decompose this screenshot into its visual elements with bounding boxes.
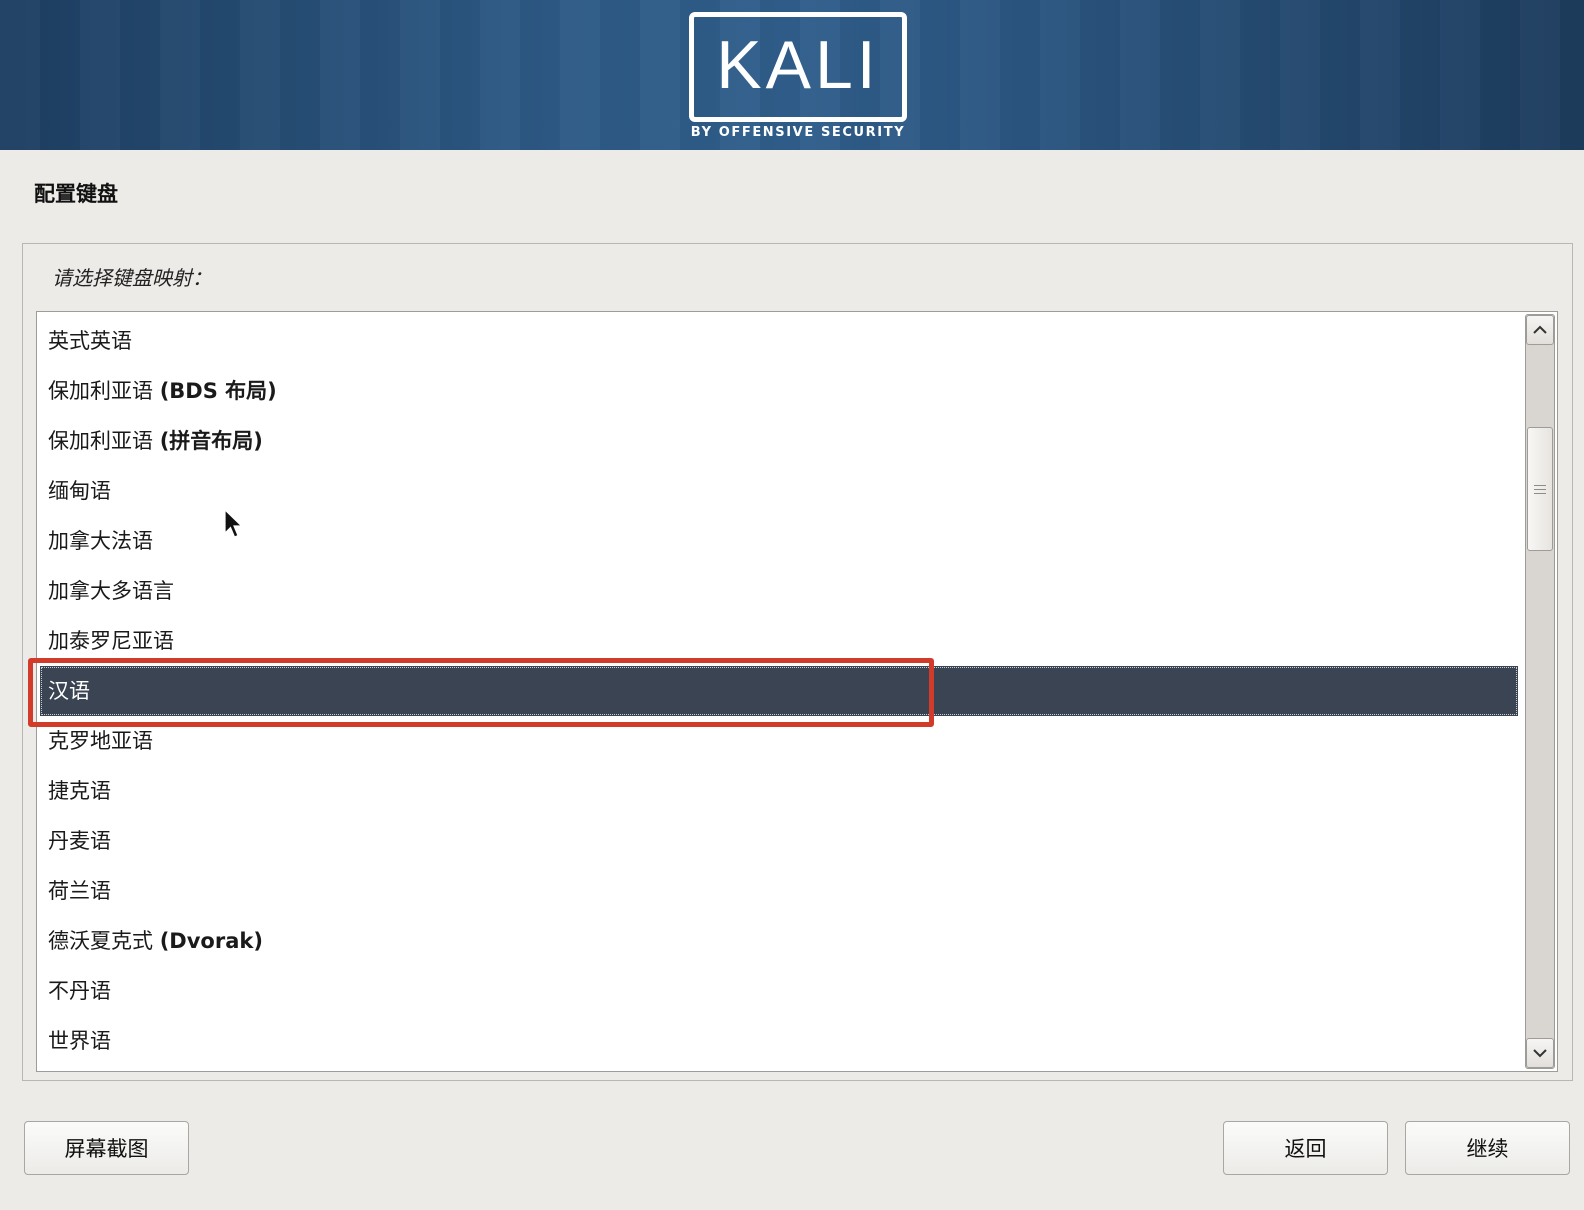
scroll-up-button[interactable]	[1526, 315, 1554, 345]
logo-subtitle: BY OFFENSIVE SECURITY	[690, 125, 906, 140]
continue-button[interactable]: 继续	[1405, 1121, 1570, 1175]
kali-logo: KALI	[689, 12, 907, 122]
header-banner: KALI BY OFFENSIVE SECURITY	[0, 0, 1584, 150]
back-button[interactable]: 返回	[1223, 1121, 1388, 1175]
chevron-down-icon	[1533, 1049, 1547, 1058]
scroll-down-button[interactable]	[1526, 1038, 1554, 1068]
list-item[interactable]: 丹麦语	[37, 816, 1519, 866]
vertical-scrollbar[interactable]	[1525, 314, 1555, 1069]
list-item[interactable]: 世界语	[37, 1016, 1519, 1066]
list-item[interactable]: 英式英语	[37, 316, 1519, 366]
screenshot-button[interactable]: 屏幕截图	[24, 1121, 189, 1175]
list-item[interactable]: 缅甸语	[37, 466, 1519, 516]
list-item[interactable]: 保加利亚语 (拼音布局)	[37, 416, 1519, 466]
list-item[interactable]: 加拿大法语	[37, 516, 1519, 566]
mouse-pointer-icon	[224, 509, 243, 538]
grip-icon	[1534, 484, 1546, 494]
list-item[interactable]: 捷克语	[37, 766, 1519, 816]
prompt-label: 请选择键盘映射：	[52, 266, 212, 290]
list-item[interactable]: 荷兰语	[37, 866, 1519, 916]
list-item[interactable]: 加拿大多语言	[37, 566, 1519, 616]
list-item[interactable]: 保加利亚语 (BDS 布局)	[37, 366, 1519, 416]
scroll-thumb[interactable]	[1527, 427, 1553, 551]
page-title: 配置键盘	[34, 182, 118, 206]
list-item[interactable]: 不丹语	[37, 966, 1519, 1016]
logo-text: KALI	[716, 27, 880, 103]
list-item[interactable]: 德沃夏克式 (Dvorak)	[37, 916, 1519, 966]
highlight-annotation	[28, 658, 934, 727]
chevron-up-icon	[1533, 325, 1547, 334]
